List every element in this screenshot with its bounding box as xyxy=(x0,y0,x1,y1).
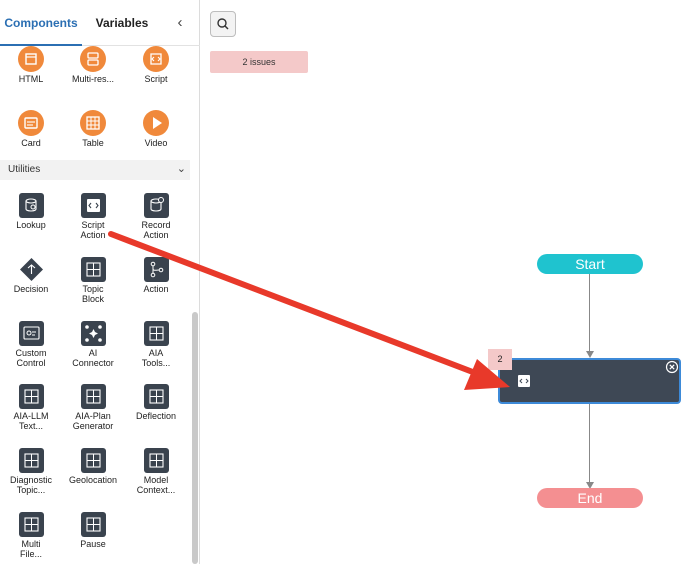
palette-item-label: Multi File... xyxy=(19,539,42,559)
end-node[interactable]: End xyxy=(537,488,643,508)
palette-item-aia-llm-text[interactable]: AIA-LLM Text... xyxy=(0,384,62,431)
palette-item-label: Table xyxy=(82,138,104,148)
card-icon xyxy=(18,110,44,136)
palette-item-label: Action xyxy=(143,284,169,294)
action-icon xyxy=(143,257,169,282)
pause-icon xyxy=(80,512,106,537)
palette-item-label: Deflection xyxy=(135,411,177,421)
palette-item-topic-block[interactable]: Topic Block xyxy=(62,257,124,304)
geolocation-icon xyxy=(80,448,106,473)
palette-item-label: AI Connector xyxy=(72,348,114,368)
tab-variables[interactable]: Variables xyxy=(82,0,162,46)
chevron-down-icon: ⌄ xyxy=(176,163,186,175)
html-icon xyxy=(18,46,44,72)
canvas-search-button[interactable] xyxy=(210,11,236,37)
diagnostic-topic-icon xyxy=(18,448,44,473)
palette-item-label: Video xyxy=(144,138,168,148)
palette-item-multi-file[interactable]: Multi File... xyxy=(0,512,62,559)
palette-item-geolocation[interactable]: Geolocation xyxy=(62,448,124,486)
palette-item-label: AIA-LLM Text... xyxy=(13,411,49,431)
ai-connector-icon xyxy=(80,321,106,346)
sidebar-scrollbar[interactable] xyxy=(192,312,198,564)
aia-plan-generator-icon xyxy=(80,384,106,409)
lookup-icon xyxy=(18,193,44,218)
palette-item-label: Record Action xyxy=(141,220,171,240)
connector-line xyxy=(589,404,590,484)
palette-item-label: Custom Control xyxy=(15,348,47,368)
multi-file-icon xyxy=(18,512,44,537)
palette-item-multi-response[interactable]: Multi-res... xyxy=(62,46,124,85)
palette-item-label: Diagnostic Topic... xyxy=(9,475,53,495)
multi-response-icon xyxy=(80,46,106,72)
palette-item-label: Lookup xyxy=(16,220,46,230)
palette-item-label: Geolocation xyxy=(68,475,118,485)
palette-item-aia-tools[interactable]: AIA Tools... xyxy=(125,321,187,368)
palette-item-ai-connector[interactable]: AI Connector xyxy=(62,321,124,368)
component-palette: HTML Multi-res... Script Card Table Vide… xyxy=(0,46,190,564)
model-context-icon xyxy=(143,448,169,473)
palette-item-diagnostic-topic[interactable]: Diagnostic Topic... xyxy=(0,448,62,495)
sidebar-tabs: Components Variables ‹ xyxy=(0,0,200,46)
palette-item-label: Pause xyxy=(80,539,106,549)
palette-item-label: Script Action xyxy=(80,220,106,240)
palette-item-action[interactable]: Action xyxy=(125,257,187,295)
palette-item-lookup[interactable]: Lookup xyxy=(0,193,62,231)
palette-item-model-context[interactable]: Model Context... xyxy=(125,448,187,495)
palette-item-script-action[interactable]: Script Action xyxy=(62,193,124,240)
flow-canvas[interactable]: 2 issues Start 2 End xyxy=(201,0,691,564)
palette-item-record-action[interactable]: Record Action xyxy=(125,193,187,240)
script-icon xyxy=(143,46,169,72)
palette-item-custom-control[interactable]: Custom Control xyxy=(0,321,62,368)
palette-item-aia-plan-generator[interactable]: AIA-Plan Generator xyxy=(62,384,124,431)
video-icon xyxy=(143,110,169,136)
script-action-icon xyxy=(518,375,530,387)
palette-item-label: Model Context... xyxy=(136,475,176,495)
aia-tools-icon xyxy=(143,321,169,346)
palette-item-card[interactable]: Card xyxy=(0,110,62,149)
node-issue-badge[interactable]: 2 xyxy=(488,349,512,370)
utilities-section-header[interactable]: Utilities ⌄ xyxy=(0,160,190,180)
aia-llm-text-icon xyxy=(18,384,44,409)
start-node[interactable]: Start xyxy=(537,254,643,274)
script-action-icon xyxy=(80,193,106,218)
tab-components[interactable]: Components xyxy=(0,0,82,46)
palette-item-label: Topic Block xyxy=(81,284,104,304)
connector-arrowhead xyxy=(586,351,594,358)
palette-item-table[interactable]: Table xyxy=(62,110,124,149)
palette-item-label: AIA-Plan Generator xyxy=(72,411,114,431)
close-icon[interactable] xyxy=(665,360,679,374)
palette-item-label: Card xyxy=(21,138,41,148)
components-sidebar: Components Variables ‹ HTML Multi-res... xyxy=(0,0,200,564)
utilities-section-title: Utilities xyxy=(8,164,41,175)
palette-item-pause[interactable]: Pause xyxy=(62,512,124,550)
palette-item-script[interactable]: Script xyxy=(125,46,187,85)
palette-item-label: AIA Tools... xyxy=(141,348,171,368)
palette-item-html[interactable]: HTML xyxy=(0,46,62,85)
connector-line xyxy=(589,274,590,352)
issues-badge[interactable]: 2 issues xyxy=(210,51,308,73)
deflection-icon xyxy=(143,384,169,409)
table-icon xyxy=(80,110,106,136)
palette-item-video[interactable]: Video xyxy=(125,110,187,149)
palette-item-label: Decision xyxy=(13,284,49,294)
record-action-icon xyxy=(143,193,169,218)
palette-item-label: HTML xyxy=(18,74,44,84)
topic-block-icon xyxy=(80,257,106,282)
palette-item-deflection[interactable]: Deflection xyxy=(125,384,187,422)
palette-item-decision[interactable]: Decision xyxy=(0,257,62,295)
palette-item-label: Script xyxy=(144,74,168,84)
custom-control-icon xyxy=(18,321,44,346)
decision-icon xyxy=(19,257,44,282)
search-icon xyxy=(217,18,229,30)
chevron-left-icon[interactable]: ‹ xyxy=(170,13,190,33)
palette-item-label: Multi-res... xyxy=(71,74,114,84)
